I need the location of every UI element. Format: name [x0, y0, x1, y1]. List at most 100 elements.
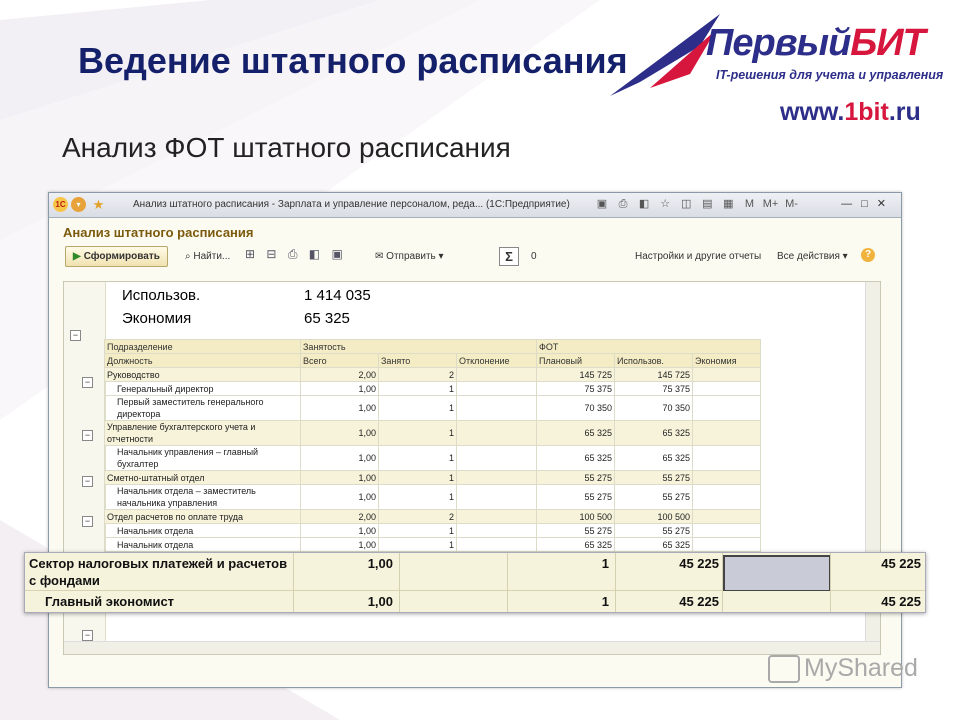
cell-econ	[692, 381, 761, 396]
callout-name: Сектор налоговых платежей и расчетов с ф…	[29, 556, 288, 588]
callout-plan: 45 225	[679, 594, 719, 609]
collapse-group-icon[interactable]: −	[82, 476, 93, 487]
collapse-group-icon[interactable]: −	[70, 330, 81, 341]
header-cell: Подразделение	[104, 339, 301, 354]
collapse-groups-icon[interactable]: ⊟	[266, 247, 276, 261]
cell-used: 100 500	[614, 509, 693, 524]
collapse-group-icon[interactable]: −	[82, 377, 93, 388]
preview-icon[interactable]: ◧	[636, 196, 652, 212]
send-button[interactable]: ✉ Отправить ▾	[375, 251, 444, 262]
cell-used: 55 275	[614, 484, 693, 510]
summary-used-value: 1 414 035	[304, 287, 371, 304]
cell-dev	[456, 509, 537, 524]
cell-plan: 100 500	[536, 509, 615, 524]
cell-dev	[456, 420, 537, 446]
find-label: Найти...	[193, 251, 231, 262]
menu-arrow-icon[interactable]: ▾	[71, 197, 86, 212]
bookmark-icon[interactable]: ◫	[678, 196, 694, 212]
minimize-icon[interactable]: —	[841, 198, 861, 210]
cell-total: 1,00	[300, 445, 379, 471]
cell-name: Начальник отдела	[104, 523, 301, 538]
all-actions-menu[interactable]: Все действия ▾	[777, 251, 848, 262]
callout-total: 1,00	[367, 556, 393, 571]
brand-logo: ПервыйБИТ	[706, 22, 926, 65]
table-icon[interactable]: ▤	[699, 196, 715, 212]
cell-dev	[456, 537, 537, 552]
brand-name-part1: Первый	[706, 22, 851, 64]
maximize-icon[interactable]: □	[861, 198, 877, 210]
generate-button[interactable]: ▶ Сформировать	[65, 246, 168, 267]
cell-name: Управление бухгалтерского учета и отчетн…	[104, 420, 301, 446]
find-button[interactable]: ⌕ Найти...	[185, 251, 230, 262]
callout-occupied: 1	[601, 556, 609, 571]
print-icon[interactable]: ⎙	[615, 196, 631, 212]
cell-total: 1,00	[300, 484, 379, 510]
cell-total: 1,00	[300, 420, 379, 446]
app-window: 1С ▾ ★ Анализ штатного расписания - Зарп…	[48, 192, 902, 688]
table-row[interactable]: Первый заместитель генерального директор…	[104, 395, 761, 421]
table-row[interactable]: Управление бухгалтерского учета и отчетн…	[104, 420, 761, 446]
cell-plan: 65 325	[536, 537, 615, 552]
cell-econ	[692, 445, 761, 471]
horizontal-scrollbar[interactable]	[64, 641, 880, 654]
url-prefix: www.	[780, 98, 845, 126]
form-header: Анализ штатного расписания	[49, 218, 901, 244]
brand-tagline: IT-решения для учета и управления	[716, 68, 944, 82]
cell-used: 65 325	[614, 537, 693, 552]
settings-link[interactable]: Настройки и другие отчеты	[635, 251, 761, 262]
table-row[interactable]: Генеральный директор 1,00 1 75 375 75 375	[104, 381, 761, 396]
save-report-icon[interactable]: ▣	[331, 247, 342, 261]
collapse-group-icon[interactable]: −	[82, 430, 93, 441]
cell-dev	[456, 484, 537, 510]
callout-divider	[293, 553, 294, 612]
window-controls: —□✕	[841, 197, 895, 210]
callout-divider	[615, 553, 616, 612]
header-cell: Занятость	[300, 339, 537, 354]
sum-icon[interactable]: Σ	[499, 247, 519, 266]
favorite-star-icon[interactable]: ★	[91, 197, 106, 212]
table-row[interactable]: Отдел расчетов по оплате труда 2,00 2 100 5…	[104, 509, 761, 524]
collapse-group-icon[interactable]: −	[82, 630, 93, 641]
callout-econ: 45 225	[881, 556, 921, 571]
cell-occupied: 2	[378, 367, 457, 382]
summary-economy-value: 65 325	[304, 310, 350, 327]
play-icon: ▶	[73, 251, 81, 262]
cell-plan: 55 275	[536, 523, 615, 538]
close-icon[interactable]: ✕	[877, 198, 895, 210]
column-header: Занято	[378, 353, 457, 368]
cell-occupied: 1	[378, 484, 457, 510]
table-row[interactable]: Сметно-штатный отдел 1,00 1 55 275 55 275	[104, 470, 761, 485]
memory-m-plus-button[interactable]: M+	[763, 196, 779, 212]
callout-total: 1,00	[367, 594, 393, 609]
cell-name: Начальник отдела	[104, 537, 301, 552]
collapse-group-icon[interactable]: −	[82, 516, 93, 527]
cell-total: 2,00	[300, 367, 379, 382]
table-row[interactable]: Начальник отдела – заместитель начальник…	[104, 484, 761, 510]
cell-name: Генеральный директор	[104, 381, 301, 396]
save-icon[interactable]: ▣	[594, 196, 610, 212]
star-icon[interactable]: ☆	[657, 196, 673, 212]
preview-report-icon[interactable]: ◧	[309, 247, 320, 261]
summary-economy-label: Экономия	[122, 310, 192, 327]
cell-econ	[692, 367, 761, 382]
help-icon[interactable]: ?	[861, 248, 875, 262]
table-row[interactable]: Начальник управления – главный бухгалтер…	[104, 445, 761, 471]
memory-m-minus-button[interactable]: M-	[784, 196, 800, 212]
table-row[interactable]: Начальник отдела 1,00 1 65 325 65 325	[104, 537, 761, 552]
callout-divider	[830, 553, 831, 612]
print-report-icon[interactable]: ⎙	[288, 247, 298, 262]
memory-m-button[interactable]: M	[741, 196, 757, 212]
cell-total: 1,00	[300, 537, 379, 552]
cell-econ	[692, 523, 761, 538]
watermark-text: MyShared	[804, 654, 918, 682]
calendar-icon[interactable]: ▦	[720, 196, 736, 212]
cell-total: 1,00	[300, 395, 379, 421]
selected-cell[interactable]	[723, 555, 831, 592]
table-row[interactable]: Руководство 2,00 2 145 725 145 725	[104, 367, 761, 382]
app-logo-icon[interactable]: 1С	[53, 197, 68, 212]
cell-used: 145 725	[614, 367, 693, 382]
callout-plan: 45 225	[679, 556, 719, 571]
column-header: Всего	[300, 353, 379, 368]
table-row[interactable]: Начальник отдела 1,00 1 55 275 55 275	[104, 523, 761, 538]
expand-groups-icon[interactable]: ⊞	[245, 247, 255, 261]
